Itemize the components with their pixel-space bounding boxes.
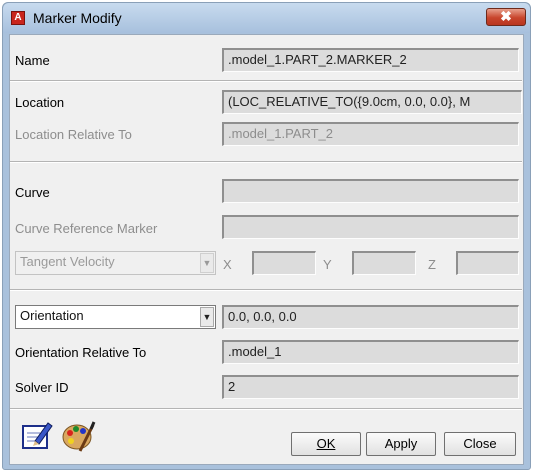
- appearance-palette-icon: [62, 421, 96, 452]
- location-label: Location: [15, 95, 65, 110]
- tangent-z-field[interactable]: [456, 251, 519, 275]
- tangent-y-field[interactable]: [352, 251, 416, 275]
- solver-id-label: Solver ID: [15, 380, 69, 395]
- orientation-relative-to-label: Orientation Relative To: [15, 345, 147, 360]
- orientation-dropdown[interactable]: Orientation ▼: [15, 305, 216, 329]
- ok-button-label: OK: [316, 436, 336, 451]
- x-label: X: [223, 257, 232, 272]
- ok-button[interactable]: OK: [291, 432, 361, 456]
- app-logo-icon: A: [11, 11, 25, 25]
- separator: [10, 161, 522, 163]
- separator: [10, 408, 522, 410]
- dialog-body: Name .model_1.PART_2.MARKER_2 Location (…: [9, 34, 524, 465]
- close-button-label: Close: [463, 436, 497, 451]
- tangent-velocity-value: Tangent Velocity: [20, 254, 115, 269]
- chevron-down-icon: ▼: [200, 307, 214, 327]
- edit-button[interactable]: [18, 419, 54, 453]
- orientation-relative-to-field[interactable]: .model_1: [222, 340, 519, 364]
- window-title: Marker Modify: [33, 10, 122, 26]
- tangent-velocity-dropdown[interactable]: Tangent Velocity ▼: [15, 251, 216, 275]
- z-label: Z: [428, 257, 436, 272]
- window-close-button[interactable]: ✖: [486, 8, 526, 26]
- close-button[interactable]: Close: [444, 432, 516, 456]
- separator: [10, 80, 522, 82]
- title-bar[interactable]: A Marker Modify ✖: [3, 3, 530, 33]
- curve-reference-marker-label: Curve Reference Marker: [15, 221, 158, 236]
- location-field[interactable]: (LOC_RELATIVE_TO({9.0cm, 0.0, 0.0}, M: [222, 90, 522, 114]
- location-relative-to-label: Location Relative To: [15, 127, 132, 142]
- curve-field[interactable]: [222, 179, 519, 203]
- name-label: Name: [15, 53, 50, 68]
- orientation-type-value: Orientation: [20, 308, 84, 323]
- orientation-field[interactable]: 0.0, 0.0, 0.0: [222, 305, 519, 329]
- appearance-button[interactable]: [60, 419, 96, 453]
- curve-label: Curve: [15, 185, 50, 200]
- name-field[interactable]: .model_1.PART_2.MARKER_2: [222, 48, 519, 72]
- marker-modify-dialog: A Marker Modify ✖ Name .model_1.PART_2.M…: [2, 2, 531, 470]
- apply-button-label: Apply: [384, 436, 418, 451]
- edit-icon: [22, 422, 53, 449]
- separator: [10, 289, 522, 291]
- y-label: Y: [323, 257, 332, 272]
- curve-reference-marker-field[interactable]: [222, 215, 519, 239]
- tangent-x-field[interactable]: [252, 251, 316, 275]
- solver-id-field[interactable]: 2: [222, 375, 519, 399]
- chevron-down-icon: ▼: [200, 253, 214, 273]
- apply-button[interactable]: Apply: [366, 432, 436, 456]
- location-relative-to-field[interactable]: .model_1.PART_2: [222, 122, 519, 146]
